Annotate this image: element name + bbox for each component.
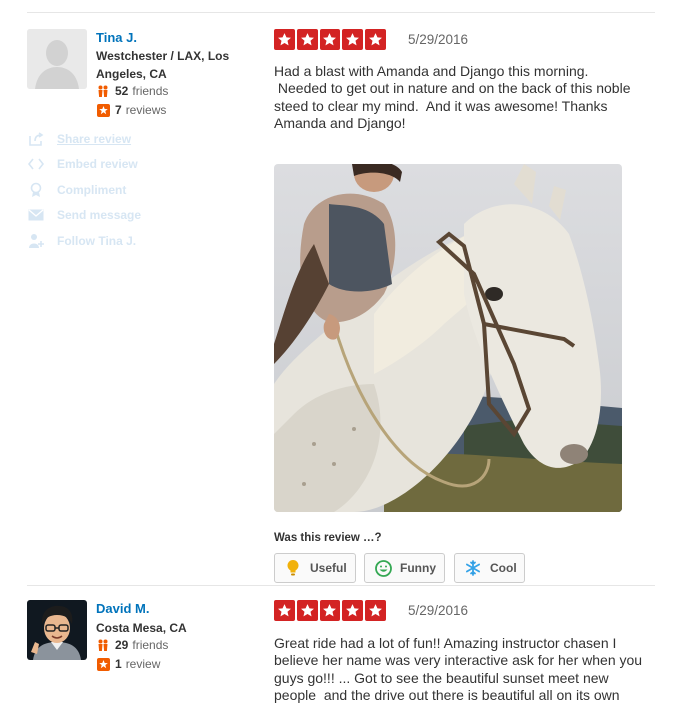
horse-rider-photo bbox=[274, 164, 622, 512]
follow-user-label: Follow Tina J. bbox=[57, 233, 137, 248]
review-text: Had a blast with Amanda and Django this … bbox=[274, 63, 631, 131]
send-message-link[interactable]: Send message bbox=[27, 203, 247, 229]
review-item: Tina J. Westchester / LAX, Los Angeles, … bbox=[27, 29, 655, 583]
star-icon bbox=[342, 600, 364, 621]
user-location: Westchester / LAX, Los Angeles, CA bbox=[96, 49, 230, 81]
reviews-label: review bbox=[125, 657, 161, 671]
send-message-label: Send message bbox=[57, 208, 142, 223]
reviews-count: 7 reviews bbox=[96, 103, 166, 117]
snowflake-icon bbox=[464, 559, 482, 577]
review-star-icon bbox=[96, 657, 110, 671]
friends-icon bbox=[96, 84, 110, 98]
review-photo[interactable] bbox=[274, 164, 622, 512]
envelope-icon bbox=[27, 207, 45, 223]
useful-label: Useful bbox=[310, 561, 347, 575]
friends-label: friends bbox=[132, 638, 169, 652]
embed-review-label: Embed review bbox=[57, 157, 138, 172]
user-location: Costa Mesa, CA bbox=[96, 621, 187, 635]
vote-prompt: Was this review …? bbox=[274, 532, 382, 544]
smiley-icon bbox=[374, 559, 392, 577]
reviews-count: 1 review bbox=[96, 657, 160, 671]
star-icon bbox=[319, 600, 341, 621]
useful-button[interactable]: Useful bbox=[274, 553, 356, 583]
user-name-link[interactable]: Tina J. bbox=[96, 30, 137, 45]
compliment-award-icon bbox=[27, 182, 45, 198]
star-icon bbox=[296, 600, 318, 621]
reviews-label: reviews bbox=[125, 103, 167, 117]
user-name-link[interactable]: David M. bbox=[96, 601, 149, 616]
star-icon bbox=[365, 29, 386, 50]
cool-label: Cool bbox=[490, 561, 517, 575]
share-icon bbox=[27, 131, 45, 147]
follow-user-icon bbox=[27, 233, 45, 249]
share-review-label: Share review bbox=[57, 131, 132, 146]
default-avatar-icon bbox=[27, 29, 87, 89]
user-avatar[interactable] bbox=[27, 29, 87, 89]
friends-number: 52 bbox=[115, 84, 129, 98]
review-content: 5/29/2016 Great ride had a lot of fun!! … bbox=[274, 600, 655, 709]
star-icon bbox=[342, 29, 364, 50]
share-review-link[interactable]: Share review bbox=[27, 126, 247, 152]
reviews-number: 1 bbox=[115, 657, 122, 671]
friends-label: friends bbox=[132, 84, 169, 98]
friends-count: 52 friends bbox=[96, 84, 168, 98]
follow-user-link[interactable]: Follow Tina J. bbox=[27, 228, 247, 254]
cool-button[interactable]: Cool bbox=[454, 553, 525, 583]
review-date: 5/29/2016 bbox=[408, 603, 469, 618]
star-icon bbox=[274, 600, 295, 621]
embed-review-link[interactable]: Embed review bbox=[27, 152, 247, 178]
cartoon-avatar-icon bbox=[27, 600, 87, 660]
review-divider bbox=[27, 585, 655, 586]
review-star-icon bbox=[96, 103, 110, 117]
friends-count: 29 friends bbox=[96, 638, 168, 652]
top-divider bbox=[27, 12, 655, 13]
compliment-label: Compliment bbox=[57, 182, 127, 197]
star-icon bbox=[319, 29, 341, 50]
compliment-link[interactable]: Compliment bbox=[27, 177, 247, 203]
reviews-number: 7 bbox=[115, 103, 122, 117]
review-actions: Share review Embed review Compliment Sen… bbox=[27, 126, 247, 254]
star-icon bbox=[365, 600, 386, 621]
user-avatar[interactable] bbox=[27, 600, 87, 660]
review-content: 5/29/2016 Had a blast with Amanda and Dj… bbox=[274, 29, 655, 583]
lightbulb-icon bbox=[284, 559, 302, 577]
review-item: David M. Costa Mesa, CA 29 friends 1 rev… bbox=[27, 600, 655, 709]
friends-icon bbox=[96, 638, 110, 652]
funny-label: Funny bbox=[400, 561, 436, 575]
friends-number: 29 bbox=[115, 638, 129, 652]
review-text: Great ride had a lot of fun!! Amazing in… bbox=[274, 635, 646, 703]
star-icon bbox=[296, 29, 318, 50]
star-icon bbox=[274, 29, 295, 50]
embed-code-icon bbox=[27, 156, 45, 172]
funny-button[interactable]: Funny bbox=[364, 553, 445, 583]
review-date: 5/29/2016 bbox=[408, 32, 469, 47]
